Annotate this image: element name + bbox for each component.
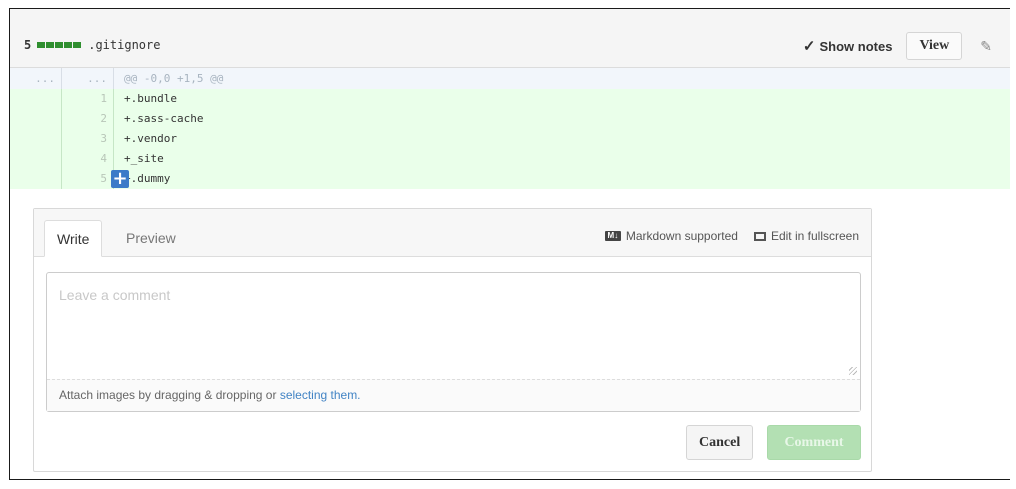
diff-line: 1 +.bundle — [10, 89, 1010, 109]
attach-images-bar[interactable]: Attach images by dragging & dropping or … — [47, 379, 860, 411]
comment-button[interactable]: Comment — [767, 425, 861, 460]
fullscreen-icon[interactable] — [753, 231, 766, 241]
comment-toolbar: M↓ Markdown supported Edit in fullscreen — [604, 229, 859, 243]
old-line-number — [10, 149, 62, 169]
diff-file: 5 .gitignore ✓ Show notes View ✎ ... ...… — [9, 8, 1010, 480]
new-line-number[interactable]: 4 — [62, 149, 114, 169]
inline-comment-form: Write Preview M↓ Markdown supported Edit… — [33, 208, 872, 472]
diff-line: 3 +.vendor — [10, 129, 1010, 149]
diff-line: 4 +_site — [10, 149, 1010, 169]
change-count: 5 — [24, 38, 32, 52]
edit-fullscreen-link[interactable]: Edit in fullscreen — [771, 229, 859, 243]
new-line-number[interactable]: 3 — [62, 129, 114, 149]
checkbox-checked-icon[interactable]: ✓ — [803, 37, 816, 55]
old-line-number — [10, 169, 62, 189]
file-name[interactable]: .gitignore — [88, 38, 160, 52]
line-number-text[interactable]: 5 — [100, 172, 107, 185]
new-line-number[interactable]: 5 + — [62, 169, 129, 189]
line-code: +.bundle — [124, 92, 177, 105]
hunk-old-expander[interactable]: ... — [10, 68, 62, 89]
show-notes-toggle[interactable]: ✓ Show notes — [803, 37, 893, 55]
file-info: 5 .gitignore — [24, 38, 160, 52]
file-actions: ✓ Show notes View ✎ — [803, 32, 992, 60]
old-line-number — [10, 109, 62, 129]
diff-line: 5 + +.dummy — [10, 169, 1010, 189]
select-files-link[interactable]: selecting them. — [280, 388, 361, 402]
add-line-comment-icon[interactable]: + — [111, 170, 129, 188]
line-code: +_site — [124, 152, 164, 165]
file-header: 5 .gitignore ✓ Show notes View ✎ — [10, 9, 1010, 68]
attach-text: Attach images by dragging & dropping or — [59, 388, 280, 402]
line-code: +.vendor — [124, 132, 177, 145]
resize-handle-icon[interactable] — [849, 367, 857, 375]
comment-tabs: Write Preview M↓ Markdown supported Edit… — [34, 209, 871, 257]
markdown-supported-link[interactable]: Markdown supported — [626, 229, 738, 243]
pencil-icon[interactable]: ✎ — [980, 38, 992, 55]
cancel-button[interactable]: Cancel — [686, 425, 754, 460]
hunk-text: @@ -0,0 +1,5 @@ — [124, 72, 224, 85]
tab-preview[interactable]: Preview — [114, 220, 188, 257]
markdown-icon: M↓ — [604, 231, 621, 241]
diff-line: 2 +.sass-cache — [10, 109, 1010, 129]
old-line-number — [10, 89, 62, 109]
hunk-header: ... ... @@ -0,0 +1,5 @@ — [10, 68, 1010, 89]
diff-table: ... ... @@ -0,0 +1,5 @@ 1 +.bundle 2 +.s… — [10, 68, 1010, 189]
line-code: +.sass-cache — [124, 112, 204, 125]
comment-placeholder: Leave a comment — [59, 287, 171, 303]
diffstat-bar — [37, 42, 82, 48]
hunk-new-expander[interactable]: ... — [62, 68, 114, 89]
view-button[interactable]: View — [906, 32, 963, 60]
old-line-number — [10, 129, 62, 149]
comment-textarea[interactable]: Leave a comment Attach images by draggin… — [46, 272, 861, 412]
new-line-number[interactable]: 2 — [62, 109, 114, 129]
show-notes-label: Show notes — [819, 38, 893, 54]
tab-write[interactable]: Write — [44, 220, 103, 257]
new-line-number[interactable]: 1 — [62, 89, 114, 109]
